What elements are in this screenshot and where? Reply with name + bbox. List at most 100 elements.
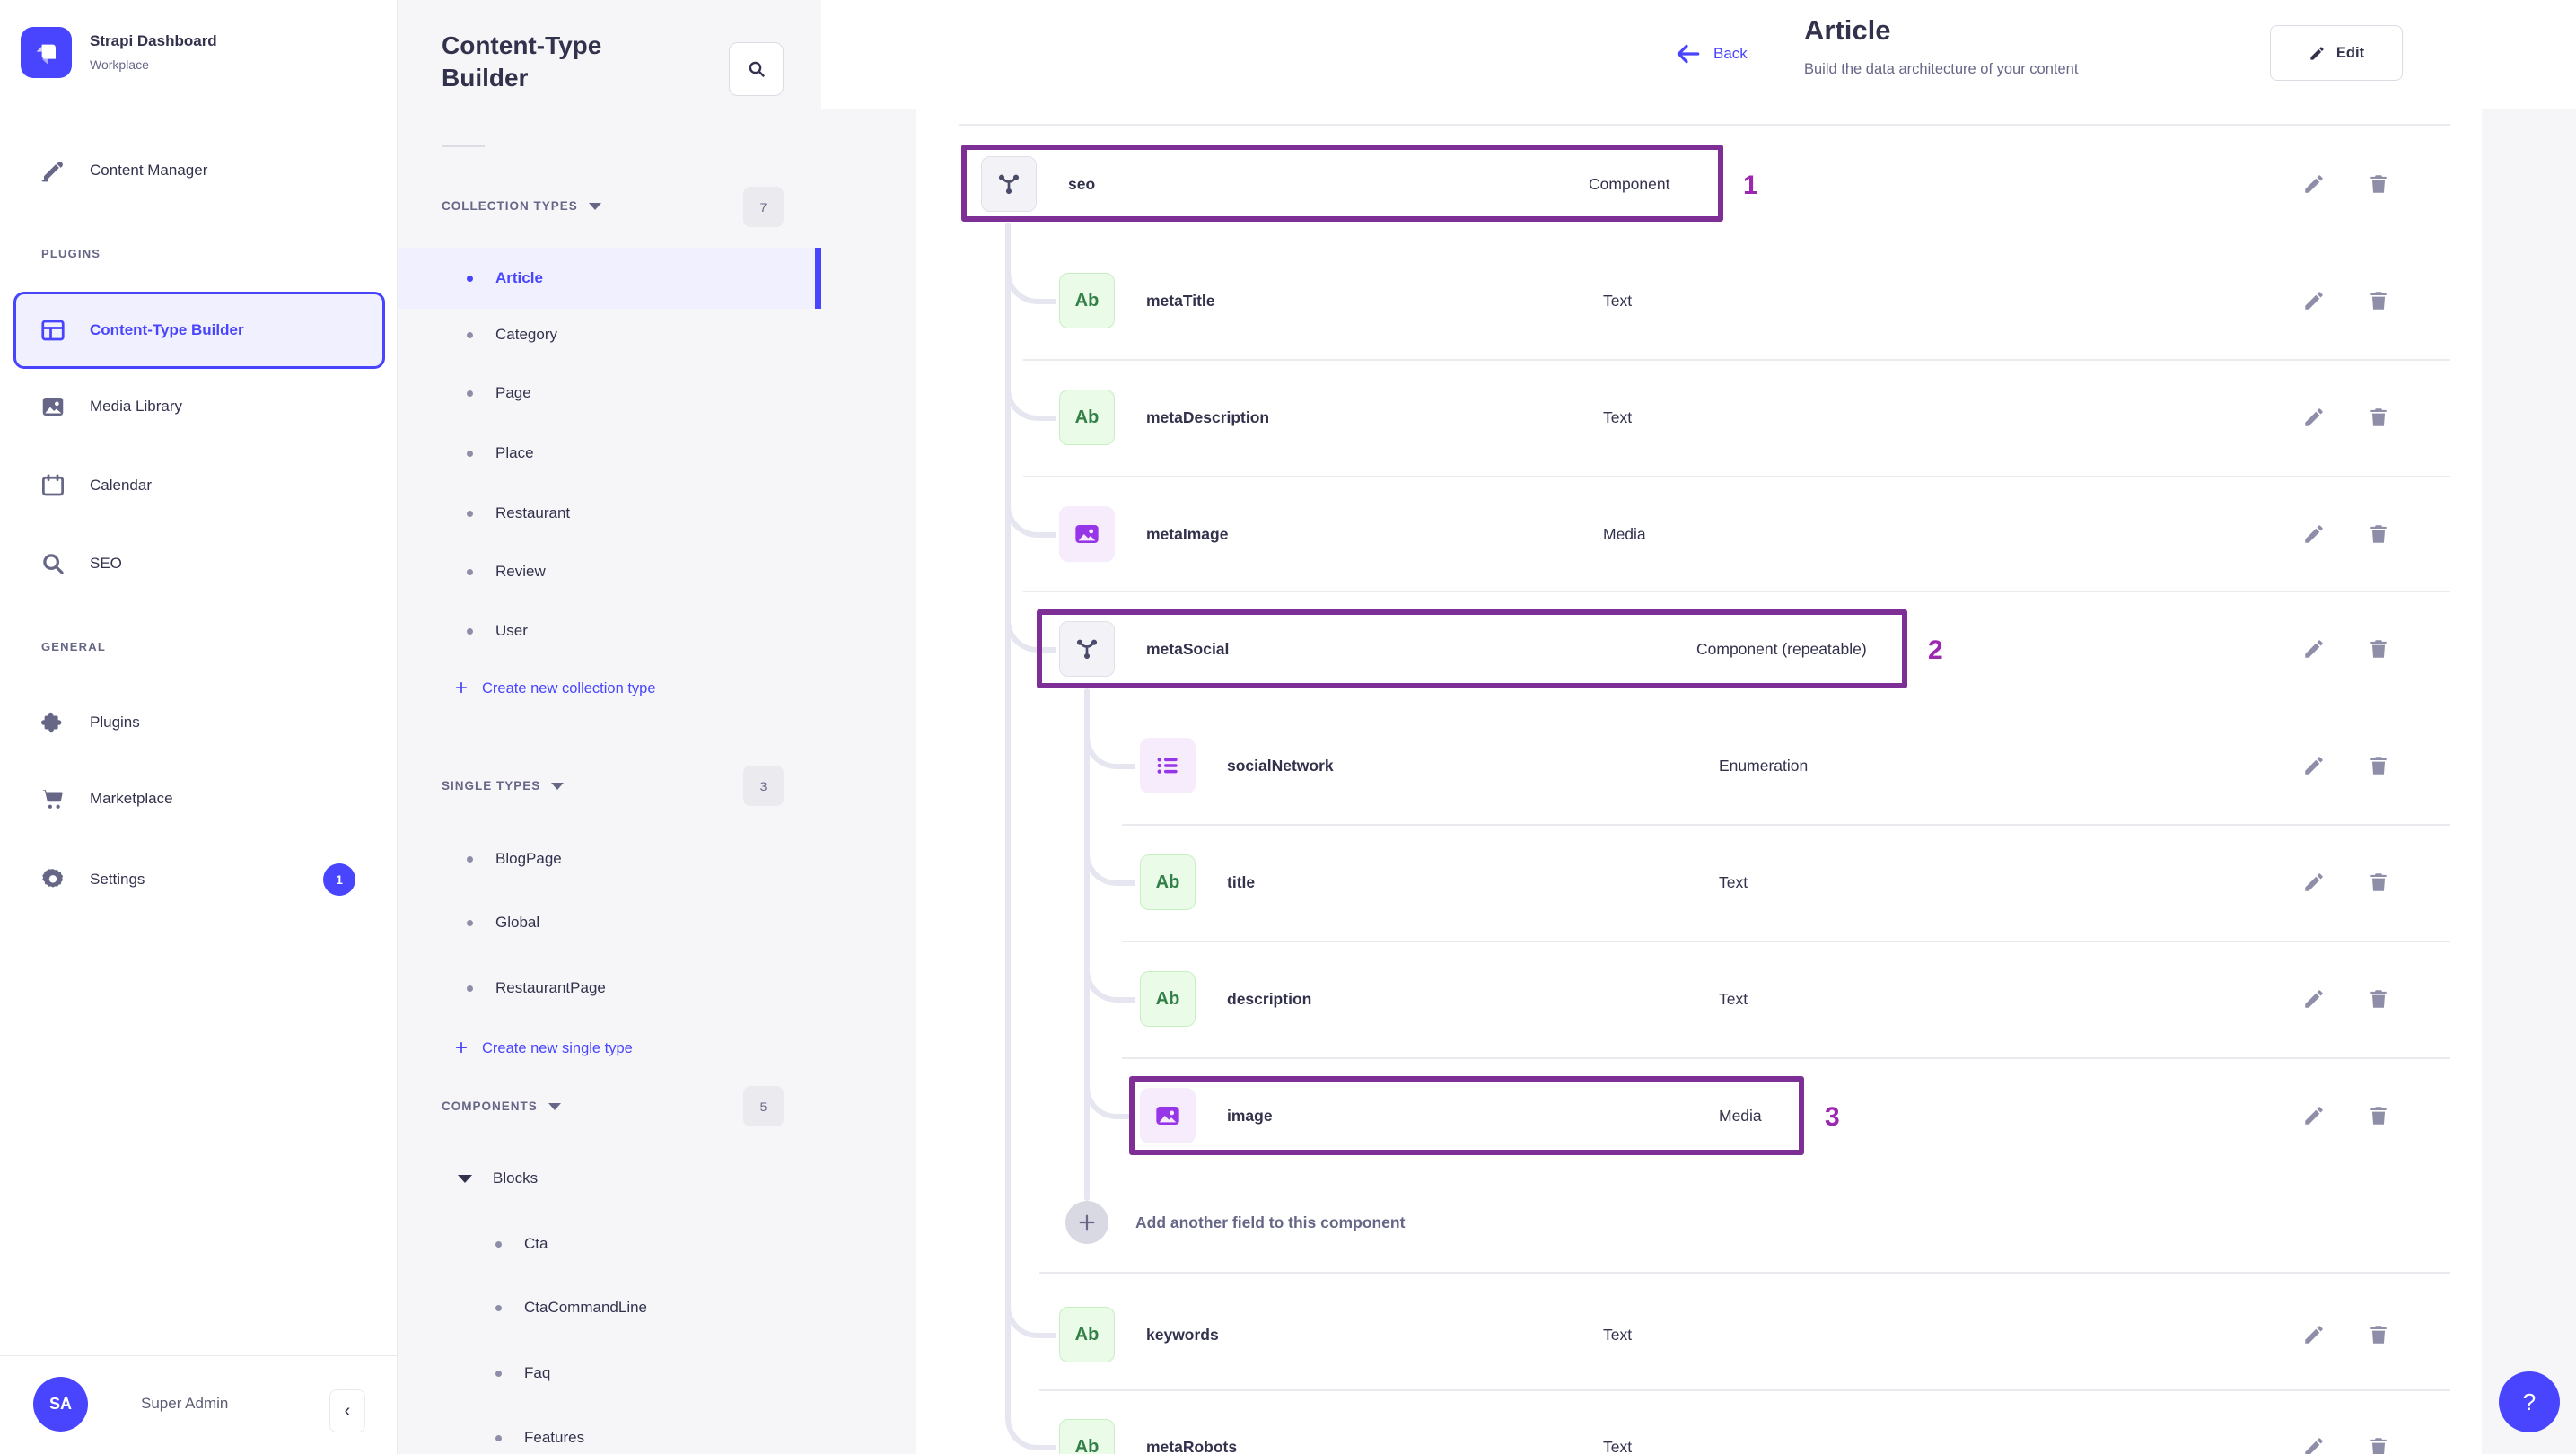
main-sidebar: Strapi Dashboard Workplace Content Manag… <box>0 0 398 1454</box>
subnav-item-restaurant[interactable]: Restaurant <box>398 484 821 543</box>
subnav-item-features[interactable]: Features <box>398 1408 821 1454</box>
delete-field-button[interactable] <box>2367 637 2390 661</box>
chevron-down-icon <box>548 1102 561 1110</box>
single-types-header[interactable]: SINGLE TYPES <box>442 779 565 793</box>
component-field-icon <box>981 156 1037 212</box>
pencil-icon <box>2305 990 2323 1008</box>
delete-field-button[interactable] <box>2367 1435 2390 1454</box>
bullet-icon <box>467 275 473 282</box>
edit-field-button[interactable] <box>2302 1323 2326 1346</box>
delete-field-button[interactable] <box>2367 754 2390 777</box>
edit-field-button[interactable] <box>2302 871 2326 894</box>
delete-field-button[interactable] <box>2367 1104 2390 1127</box>
delete-field-button[interactable] <box>2367 522 2390 546</box>
text-field-icon: Ab <box>1059 390 1115 445</box>
sidebar-item-label: SEO <box>90 555 122 572</box>
back-link[interactable]: Back <box>1674 39 1748 68</box>
edit-field-button[interactable] <box>2302 289 2326 312</box>
delete-field-button[interactable] <box>2367 871 2390 894</box>
edit-field-button[interactable] <box>2302 637 2326 661</box>
subnav-item-article[interactable]: Article <box>398 248 821 309</box>
sidebar-collapse-button[interactable]: ‹ <box>329 1389 365 1432</box>
trash-icon <box>2370 175 2387 193</box>
pencil-icon <box>2310 46 2324 60</box>
text-field-icon: Ab <box>1140 854 1196 910</box>
trash-icon <box>2370 757 2387 775</box>
delete-field-button[interactable] <box>2367 1323 2390 1346</box>
edit-field-button[interactable] <box>2302 987 2326 1011</box>
field-row-image: image Media <box>916 1088 2482 1143</box>
field-type: Component (repeatable) <box>1696 640 1867 658</box>
sidebar-item-content-type-builder[interactable]: Content-Type Builder <box>13 292 385 369</box>
sidebar-item-marketplace[interactable]: Marketplace <box>0 771 398 827</box>
search-button[interactable] <box>729 42 784 96</box>
field-row-metatitle: Ab metaTitle Text <box>916 273 2482 328</box>
trash-icon <box>2370 408 2387 426</box>
subnav-item-review[interactable]: Review <box>398 542 821 601</box>
subnav-divider <box>442 145 485 147</box>
delete-field-button[interactable] <box>2367 172 2390 196</box>
delete-field-button[interactable] <box>2367 289 2390 312</box>
component-field-icon <box>1059 621 1115 677</box>
workspace-subtitle: Workplace <box>90 57 149 72</box>
edit-field-button[interactable] <box>2302 172 2326 196</box>
subnav-item-page[interactable]: Page <box>398 364 821 423</box>
trash-icon <box>2370 525 2387 543</box>
field-type: Media <box>1603 525 1646 543</box>
delete-field-button[interactable] <box>2367 406 2390 429</box>
field-row-description: Ab description Text <box>916 971 2482 1027</box>
add-component-field-label[interactable]: Add another field to this component <box>1135 1201 1405 1244</box>
field-type: Text <box>1603 1438 1633 1454</box>
media-field-icon <box>1140 1088 1196 1143</box>
edit-field-button[interactable] <box>2302 1104 2326 1127</box>
subnav-item-user[interactable]: User <box>398 601 821 661</box>
sidebar-item-label: Settings <box>90 871 145 888</box>
enumeration-field-icon <box>1140 738 1196 793</box>
edit-field-button[interactable] <box>2302 754 2326 777</box>
pencil-icon <box>2305 1326 2323 1344</box>
create-single-type-link[interactable]: + Create new single type <box>398 1021 821 1075</box>
edit-field-button[interactable] <box>2302 1435 2326 1454</box>
page-title: Article <box>1804 14 1891 46</box>
components-header[interactable]: COMPONENTS <box>442 1099 561 1113</box>
subnav-item-blogpage[interactable]: BlogPage <box>398 829 821 889</box>
subnav-item-place[interactable]: Place <box>398 424 821 483</box>
subnav-item-global[interactable]: Global <box>398 893 821 952</box>
help-button[interactable]: ? <box>2499 1371 2560 1432</box>
sidebar-item-plugins[interactable]: Plugins <box>0 695 398 750</box>
strapi-logo[interactable] <box>21 27 72 78</box>
subnav-item-faq[interactable]: Faq <box>398 1344 821 1403</box>
plugins-section-label: PLUGINS <box>41 247 101 260</box>
sidebar-footer-divider <box>0 1355 398 1356</box>
subnav-item-cta[interactable]: Cta <box>398 1214 821 1274</box>
edit-button[interactable]: Edit <box>2270 25 2403 81</box>
field-type: Text <box>1719 990 1748 1008</box>
field-name: metaDescription <box>1146 408 1270 426</box>
bullet-icon <box>467 919 473 926</box>
plus-icon: + <box>455 1036 469 1060</box>
row-divider <box>959 124 2450 126</box>
edit-field-button[interactable] <box>2302 406 2326 429</box>
add-component-field-button[interactable] <box>1065 1201 1108 1244</box>
text-field-icon: Ab <box>1059 1307 1115 1362</box>
fields-list-card: seo Component 1 Ab metaTitle Text Ab met… <box>916 109 2482 1454</box>
delete-field-button[interactable] <box>2367 987 2390 1011</box>
cart-icon <box>42 790 63 809</box>
sidebar-item-calendar[interactable]: Calendar <box>0 458 398 513</box>
collection-types-header[interactable]: COLLECTION TYPES <box>442 199 601 213</box>
subnav-item-restaurantpage[interactable]: RestaurantPage <box>398 959 821 1018</box>
sidebar-item-content-manager[interactable]: Content Manager <box>0 143 398 198</box>
sidebar-item-seo[interactable]: SEO <box>0 536 398 591</box>
edit-field-button[interactable] <box>2302 522 2326 546</box>
subnav-item-category[interactable]: Category <box>398 305 821 364</box>
user-avatar[interactable]: SA <box>33 1377 88 1432</box>
subnav-item-ctacommandline[interactable]: CtaCommandLine <box>398 1278 821 1337</box>
settings-notification-badge: 1 <box>323 863 355 896</box>
sidebar-item-media-library[interactable]: Media Library <box>0 379 398 434</box>
field-name: image <box>1227 1107 1273 1125</box>
field-type: Text <box>1603 292 1633 310</box>
row-divider <box>1023 359 2450 361</box>
create-collection-type-link[interactable]: + Create new collection type <box>398 661 821 715</box>
component-category-blocks[interactable]: Blocks <box>398 1152 821 1205</box>
row-divider <box>1122 1057 2450 1059</box>
